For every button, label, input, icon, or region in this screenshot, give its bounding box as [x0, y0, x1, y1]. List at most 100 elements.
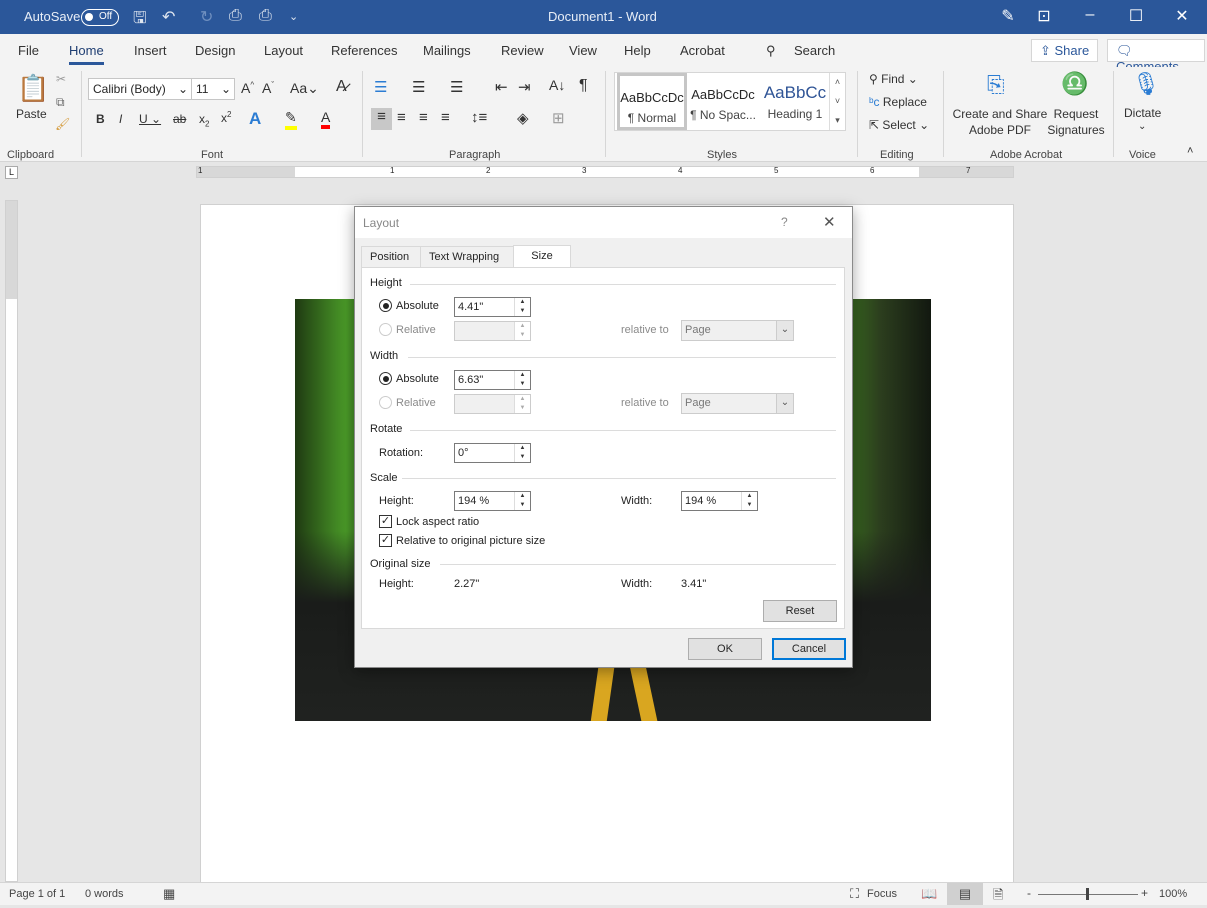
spinner-icon[interactable]: ▲ ▼	[514, 371, 530, 389]
zoom-in-icon[interactable]: +	[1141, 886, 1148, 900]
create-pdf-icon[interactable]: ⎘	[987, 72, 1005, 98]
request-signatures-icon[interactable]: ♎	[1061, 71, 1088, 97]
style-normal[interactable]: AaBbCcDc ¶ Normal	[617, 73, 687, 130]
customize-toolbar-icon[interactable]: ⌄	[289, 10, 298, 23]
tab-references[interactable]: References	[331, 43, 397, 58]
justify-icon[interactable]: ≡	[441, 109, 450, 126]
reset-button[interactable]: Reset	[763, 600, 837, 622]
bullets-icon[interactable]: ☰	[374, 78, 387, 96]
paste-button[interactable]: Paste	[16, 107, 47, 121]
collapse-ribbon-icon[interactable]: ˄	[1187, 145, 1193, 157]
superscript-icon[interactable]: x2	[221, 110, 231, 125]
spinner-icon[interactable]: ▲ ▼	[514, 492, 530, 510]
spinner-icon[interactable]: ▲ ▼	[741, 492, 757, 510]
cancel-button[interactable]: Cancel	[772, 638, 846, 660]
ribbon-display-options-icon[interactable]: ⊡	[1029, 6, 1059, 26]
create-share-pdf-button[interactable]: Create and Share Adobe PDF	[952, 106, 1048, 138]
search-box[interactable]: Search	[794, 43, 835, 58]
tab-position[interactable]: Position	[361, 246, 421, 267]
request-signatures-button[interactable]: Request Signatures	[1046, 106, 1106, 138]
width-absolute-radio[interactable]	[379, 372, 392, 385]
save-icon[interactable]: 🖫	[133, 7, 147, 34]
bold-icon[interactable]: B	[96, 112, 105, 126]
close-icon[interactable]: ✕	[1167, 6, 1197, 26]
align-center-icon[interactable]: ≡	[397, 109, 406, 126]
rotation-input[interactable]: 0° ▲ ▼	[454, 443, 531, 463]
minimize-icon[interactable]: –	[1075, 6, 1105, 24]
comments-button[interactable]: 🗨 Comments	[1107, 39, 1205, 74]
find-button[interactable]: ⚲ Find ⌄	[869, 72, 918, 86]
format-painter-icon[interactable]: 🖌	[55, 117, 70, 131]
tab-help[interactable]: Help	[624, 43, 651, 58]
show-formatting-icon[interactable]: ¶	[579, 77, 588, 95]
subscript-icon[interactable]: x2	[199, 112, 209, 128]
change-case-icon[interactable]: Aa⌄	[290, 80, 319, 97]
underline-icon[interactable]: U ⌄	[139, 112, 161, 126]
tab-text-wrapping[interactable]: Text Wrapping	[420, 246, 514, 267]
font-name-combo[interactable]: Calibri (Body) ⌄	[88, 78, 192, 100]
sort-icon[interactable]: A↓	[549, 77, 565, 93]
height-relative-radio[interactable]	[379, 323, 392, 336]
scale-height-input[interactable]: 194 % ▲ ▼	[454, 491, 531, 511]
font-color-icon[interactable]: A	[321, 109, 331, 129]
tab-review[interactable]: Review	[501, 43, 544, 58]
microphone-icon[interactable]: 🎙	[1132, 71, 1160, 97]
tab-size[interactable]: Size	[513, 245, 571, 268]
spinner-icon[interactable]: ▲ ▼	[514, 444, 530, 462]
width-relative-radio[interactable]	[379, 396, 392, 409]
line-spacing-icon[interactable]: ↕≡	[471, 109, 487, 126]
replace-button[interactable]: ᵇc Replace	[869, 95, 927, 109]
pen-icon[interactable]: ✎	[993, 6, 1023, 26]
highlight-color-icon[interactable]: ✎	[285, 109, 297, 130]
print-icon[interactable]: ⎙	[259, 7, 272, 25]
align-left-icon[interactable]: ≡	[371, 108, 392, 130]
tab-layout[interactable]: Layout	[264, 43, 303, 58]
copy-icon[interactable]: ⧉	[56, 95, 65, 110]
search-icon[interactable]: ⚲	[766, 43, 776, 59]
increase-indent-icon[interactable]: ⇥	[518, 78, 531, 96]
height-relative-to-select[interactable]: Page ⌄	[681, 320, 794, 341]
shading-icon[interactable]: ◈	[517, 109, 529, 127]
tab-view[interactable]: View	[569, 43, 597, 58]
font-size-combo[interactable]: 11 ⌄	[191, 78, 235, 100]
cut-icon[interactable]: ✂	[56, 72, 66, 86]
select-button[interactable]: ⇱ Select ⌄	[869, 118, 929, 132]
vertical-ruler[interactable]	[5, 200, 18, 882]
tab-selector-icon[interactable]: L	[5, 166, 18, 179]
page-count[interactable]: Page 1 of 1	[9, 888, 65, 900]
zoom-level[interactable]: 100%	[1159, 888, 1187, 900]
styles-scroll[interactable]: ˄ ˅ ▾	[829, 73, 845, 130]
horizontal-ruler[interactable]: 1 1 2 3 4 5 6 7	[196, 166, 1014, 178]
scale-width-input[interactable]: 194 % ▲ ▼	[681, 491, 758, 511]
height-relative-input[interactable]: ▲ ▼	[454, 321, 531, 341]
width-absolute-input[interactable]: 6.63" ▲ ▼	[454, 370, 531, 390]
numbering-icon[interactable]: ☰	[412, 78, 425, 96]
align-right-icon[interactable]: ≡	[419, 109, 428, 126]
print-layout-icon[interactable]: ▤	[947, 883, 983, 905]
height-absolute-input[interactable]: 4.41" ▲ ▼	[454, 297, 531, 317]
dictate-button[interactable]: Dictate	[1124, 106, 1161, 120]
width-relative-to-select[interactable]: Page ⌄	[681, 393, 794, 414]
shrink-font-icon[interactable]: Aˇ	[262, 80, 274, 96]
dialog-close-icon[interactable]: ✕	[823, 213, 836, 231]
zoom-slider-thumb[interactable]	[1086, 888, 1089, 900]
tab-mailings[interactable]: Mailings	[423, 43, 471, 58]
zoom-out-icon[interactable]: -	[1027, 886, 1031, 900]
width-relative-input[interactable]: ▲ ▼	[454, 394, 531, 414]
focus-icon[interactable]: ⛶	[850, 886, 859, 902]
proofing-icon[interactable]: ▦	[163, 886, 175, 902]
text-effects-icon[interactable]: A	[249, 109, 261, 129]
relative-original-checkbox[interactable]: ✓	[379, 534, 392, 547]
borders-icon[interactable]: ⊞	[552, 109, 565, 127]
autosave-toggle[interactable]: Off	[81, 9, 119, 26]
dictate-dropdown-icon[interactable]: ⌄	[1138, 121, 1146, 132]
italic-icon[interactable]: I	[119, 112, 122, 126]
word-count[interactable]: 0 words	[85, 888, 124, 900]
strikethrough-icon[interactable]: ab	[173, 112, 186, 126]
help-button[interactable]: ?	[781, 215, 788, 229]
decrease-indent-icon[interactable]: ⇤	[495, 78, 508, 96]
share-button[interactable]: ⇪ Share	[1031, 39, 1099, 62]
tab-file[interactable]: File	[18, 43, 39, 58]
read-mode-icon[interactable]: 📖	[921, 886, 937, 902]
clear-formatting-icon[interactable]: A̷	[336, 78, 347, 96]
